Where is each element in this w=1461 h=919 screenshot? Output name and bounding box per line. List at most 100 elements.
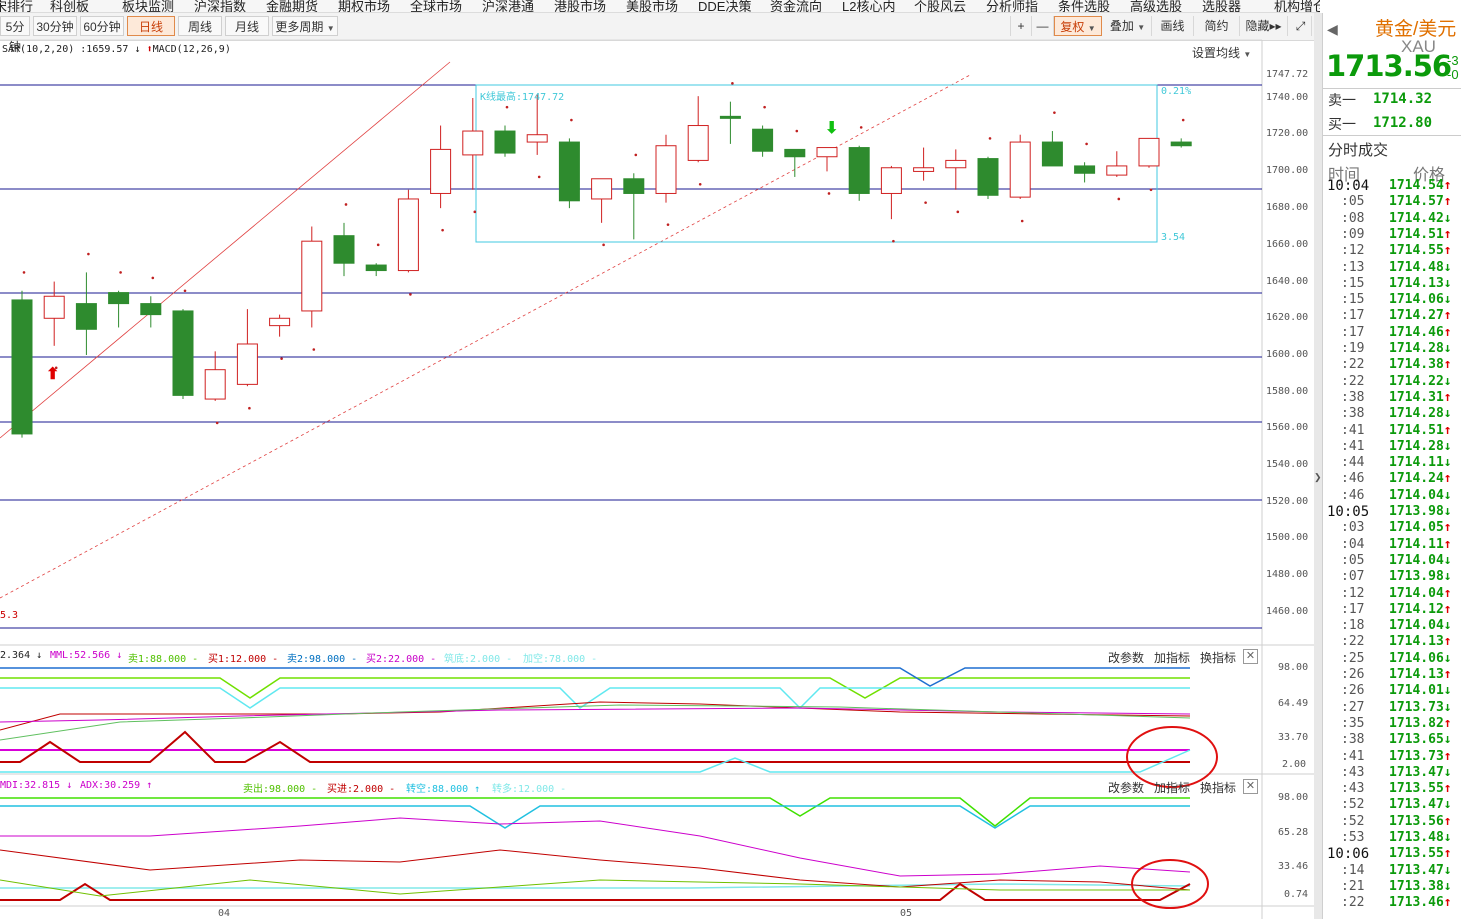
tick-row: :44 1714.11↓ bbox=[1323, 455, 1461, 471]
ind2-add-indicator-button[interactable]: 加指标 bbox=[1154, 779, 1190, 796]
box-pct-bottom: 3.54 bbox=[1161, 232, 1186, 243]
sar-dot bbox=[602, 243, 605, 247]
panel-splitter[interactable] bbox=[1314, 13, 1322, 919]
indicator-legend-item: ADX:30.259 ↑ bbox=[80, 780, 153, 791]
tick-price: 1714.05↑ bbox=[1389, 520, 1452, 536]
sar-dot bbox=[312, 348, 316, 351]
ind2-switch-indicator-button[interactable]: 换指标 bbox=[1200, 779, 1236, 796]
candle-body bbox=[43, 295, 65, 319]
tick-price: 1713.38↓ bbox=[1389, 878, 1452, 894]
tick-time: :43 bbox=[1341, 781, 1365, 797]
tick-price: 1714.13↓ bbox=[1389, 275, 1452, 291]
tick-row: :26 1714.13↑ bbox=[1323, 667, 1461, 683]
tick-time: 10:05 bbox=[1327, 504, 1370, 520]
box-top-label: K线最高:1747.72 bbox=[480, 92, 565, 103]
tick-time: :03 bbox=[1341, 520, 1365, 536]
arrow-down-icon: ↓ bbox=[1443, 341, 1452, 356]
ind1-add-indicator-button[interactable]: 加指标 bbox=[1154, 649, 1190, 666]
arrow-up-icon: ↑ bbox=[1443, 813, 1452, 829]
sar-dot bbox=[22, 271, 26, 274]
arrow-down-icon: ↓ bbox=[1443, 569, 1452, 585]
ind1-switch-indicator-button[interactable]: 换指标 bbox=[1200, 649, 1236, 666]
arrow-down-icon: ↓ bbox=[1443, 699, 1452, 715]
tick-price: 1713.47↓ bbox=[1389, 764, 1452, 780]
tick-time: :14 bbox=[1341, 862, 1365, 878]
tick-price: 1714.04↓ bbox=[1389, 487, 1452, 503]
tick-time: :41 bbox=[1341, 438, 1365, 454]
tick-row: :03 1714.05↑ bbox=[1323, 520, 1461, 536]
tick-row: :15 1714.06↓ bbox=[1323, 292, 1461, 308]
sar-dot bbox=[376, 243, 380, 247]
candle-body bbox=[848, 147, 870, 194]
tick-row: :12 1714.55↑ bbox=[1323, 243, 1461, 259]
arrow-up-icon: ↑ bbox=[1443, 422, 1452, 438]
tick-row: 10:04 1714.54↑ bbox=[1323, 178, 1461, 194]
arrow-down-icon: ↓ bbox=[1443, 438, 1452, 454]
arrow-up-icon: ↑ bbox=[1443, 243, 1452, 259]
price-axis-label: 1500.00 bbox=[1266, 532, 1309, 543]
arrow-down-icon: ↓ bbox=[1443, 830, 1452, 845]
ind2-change-params-button[interactable]: 改参数 bbox=[1108, 779, 1144, 796]
tick-row: :52 1713.47↓ bbox=[1323, 797, 1461, 813]
tick-time: :22 bbox=[1341, 357, 1365, 373]
tick-price: 1714.51↑ bbox=[1389, 226, 1452, 242]
sar-dot bbox=[409, 293, 412, 296]
tick-time: :22 bbox=[1341, 373, 1365, 389]
tick-price: 1714.57↑ bbox=[1389, 194, 1452, 210]
sar-dot bbox=[956, 210, 960, 214]
ind1-line bbox=[0, 687, 1190, 710]
candle-body bbox=[204, 369, 226, 400]
tick-time: :18 bbox=[1341, 618, 1365, 634]
tick-row: :19 1714.28↓ bbox=[1323, 341, 1461, 357]
tick-price: 1714.55↑ bbox=[1389, 243, 1452, 259]
tick-price: 1714.28↓ bbox=[1389, 341, 1452, 356]
close-icon[interactable]: ✕ bbox=[1243, 649, 1258, 664]
indicator-legend-item: 卖出:98.000 - bbox=[243, 784, 318, 795]
candle-body bbox=[397, 198, 419, 272]
arrow-up-icon: ↑ bbox=[1443, 357, 1452, 373]
tick-time: :27 bbox=[1341, 699, 1365, 715]
sar-dot bbox=[763, 105, 766, 109]
arrow-down-icon: ↓ bbox=[1443, 455, 1452, 471]
sar-dot bbox=[215, 421, 219, 425]
price-axis: 1747.72 1740.00 1720.00 1700.00 1680.00 1660.… bbox=[1262, 0, 1314, 630]
highlight-circle bbox=[1131, 859, 1209, 909]
tick-price: 1714.48↓ bbox=[1389, 259, 1452, 275]
tick-price: 1714.12↑ bbox=[1389, 601, 1452, 617]
arrow-up-icon: ↑ bbox=[1443, 194, 1452, 210]
close-icon[interactable]: ✕ bbox=[1243, 779, 1258, 794]
tick-row: :17 1714.27↑ bbox=[1323, 308, 1461, 324]
candle-body bbox=[1041, 141, 1063, 167]
tick-time: :38 bbox=[1341, 406, 1365, 422]
tick-time: :15 bbox=[1341, 275, 1365, 291]
box-pct-top: 0.21% bbox=[1161, 86, 1192, 97]
candle-body bbox=[430, 148, 452, 194]
candle-body bbox=[880, 167, 902, 194]
candle-body bbox=[623, 178, 645, 194]
tick-row: :38 1714.31↑ bbox=[1323, 390, 1461, 406]
arrow-down-icon: ↓ bbox=[1443, 683, 1452, 699]
candle-body bbox=[752, 128, 774, 152]
arrow-up-icon: ↑ bbox=[1443, 324, 1452, 340]
indicator-legend-item: 卖2:98.000 - bbox=[287, 654, 358, 665]
tick-time: :52 bbox=[1341, 813, 1365, 829]
tick-row: :38 1713.65↓ bbox=[1323, 732, 1461, 748]
collapse-arrow-icon[interactable]: ❯ bbox=[1314, 472, 1322, 492]
tick-price: 1713.73↓ bbox=[1389, 699, 1452, 715]
ind1-change-params-button[interactable]: 改参数 bbox=[1108, 649, 1144, 666]
arrow-up-icon: ↑ bbox=[1443, 471, 1452, 487]
back-arrow-icon[interactable]: ◀ bbox=[1327, 21, 1338, 38]
tick-time: :17 bbox=[1341, 324, 1365, 340]
candle-body bbox=[1009, 141, 1031, 198]
candle-body bbox=[365, 264, 387, 272]
tick-row: :22 1713.46↑ bbox=[1323, 895, 1461, 911]
tick-price: 1713.98↓ bbox=[1389, 569, 1452, 585]
tick-price: 1713.82↑ bbox=[1389, 715, 1452, 731]
ind2-turn-short-line bbox=[0, 805, 1190, 829]
tick-price: 1714.51↑ bbox=[1389, 422, 1452, 438]
indicator-legend-item: 加空:78.000 - bbox=[523, 654, 598, 665]
sar-dot bbox=[698, 182, 702, 186]
tick-row: :43 1713.47↓ bbox=[1323, 765, 1461, 781]
arrow-down-icon: ↓ bbox=[1443, 406, 1452, 422]
sar-dot bbox=[344, 203, 348, 206]
